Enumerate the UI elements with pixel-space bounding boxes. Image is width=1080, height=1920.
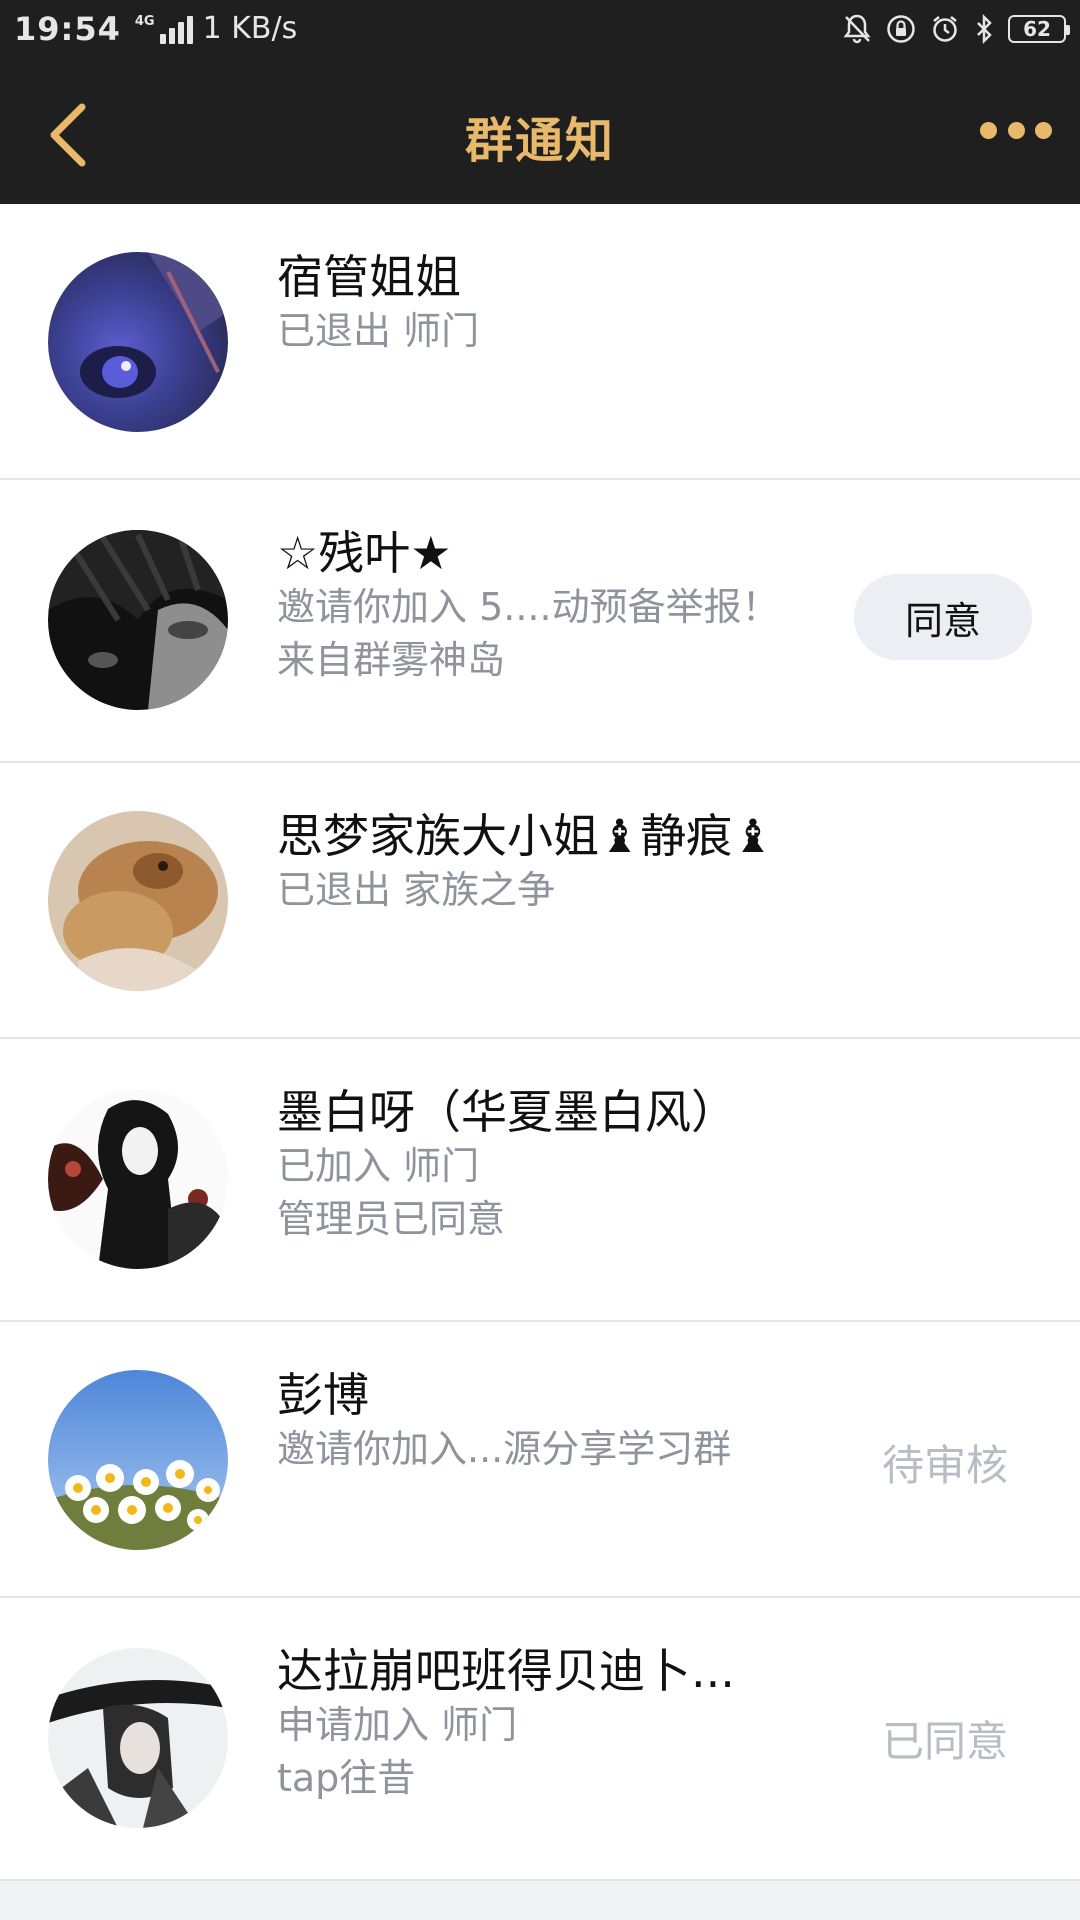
sender-name: 彭博 bbox=[277, 1368, 369, 1422]
pending-status: 待审核 bbox=[881, 1441, 1008, 1490]
notification-source: 管理员已同意 bbox=[277, 1197, 506, 1242]
avatar bbox=[48, 1370, 228, 1550]
lock-rotation-icon bbox=[886, 14, 916, 44]
notification-list: 宿管姐姐 已退出 师门 ☆残叶★ 邀请你加入 5....动预备举报！ 来自群雾神… bbox=[0, 204, 1080, 1881]
avatar bbox=[48, 1089, 228, 1269]
alarm-icon bbox=[930, 14, 960, 44]
network-speed: 1 KB/s bbox=[202, 11, 298, 46]
agree-button[interactable]: 同意 bbox=[854, 574, 1032, 660]
notification-source: tap往昔 bbox=[277, 1756, 416, 1801]
mute-bell-icon bbox=[842, 13, 872, 45]
notification-row[interactable]: 思梦家族大小姐♝静痕♝ 已退出 家族之争 bbox=[0, 763, 1080, 1039]
notification-source: 来自群雾神岛 bbox=[277, 638, 506, 683]
signal-icon: 4G bbox=[135, 14, 193, 44]
avatar bbox=[48, 530, 228, 710]
avatar bbox=[48, 252, 228, 432]
page-title: 群通知 bbox=[464, 113, 615, 169]
avatar bbox=[48, 1648, 228, 1828]
notification-detail: 邀请你加入 5....动预备举报！ bbox=[277, 585, 780, 630]
status-left: 19:54 4G 1 KB/s bbox=[14, 10, 297, 48]
notification-detail: 邀请你加入...源分享学习群 bbox=[277, 1427, 732, 1472]
notification-row[interactable]: 宿管姐姐 已退出 师门 bbox=[0, 204, 1080, 480]
notification-row[interactable]: 墨白呀（华夏墨白风） 已加入 师门 管理员已同意 bbox=[0, 1039, 1080, 1322]
sender-name: 思梦家族大小姐♝静痕♝ bbox=[277, 809, 774, 863]
status-right: 62 bbox=[842, 13, 1070, 45]
notification-row[interactable]: 达拉崩吧班得贝迪卜... 申请加入 师门 tap往昔 已同意 bbox=[0, 1598, 1080, 1881]
notification-detail: 已退出 师门 bbox=[277, 309, 480, 354]
sender-name: 达拉崩吧班得贝迪卜... bbox=[277, 1644, 735, 1698]
notification-row[interactable]: 彭博 邀请你加入...源分享学习群 待审核 bbox=[0, 1322, 1080, 1598]
notification-detail: 已退出 家族之争 bbox=[277, 868, 556, 913]
notification-detail: 申请加入 师门 bbox=[277, 1703, 518, 1748]
status-time: 19:54 bbox=[14, 9, 121, 48]
agreed-status: 已同意 bbox=[881, 1717, 1008, 1766]
more-dots-icon bbox=[980, 121, 997, 139]
battery-icon: 62 bbox=[1008, 14, 1070, 43]
status-bar: 19:54 4G 1 KB/s 62 bbox=[0, 0, 1080, 57]
bluetooth-icon bbox=[974, 13, 994, 44]
sender-name: 墨白呀（华夏墨白风） bbox=[277, 1085, 737, 1139]
battery-level: 62 bbox=[1023, 16, 1051, 41]
notification-detail: 已加入 师门 bbox=[277, 1144, 480, 1189]
avatar bbox=[48, 811, 228, 991]
sender-name: ☆残叶★ bbox=[277, 526, 452, 580]
sender-name: 宿管姐姐 bbox=[277, 250, 461, 304]
more-button[interactable] bbox=[980, 115, 1052, 145]
notification-row[interactable]: ☆残叶★ 邀请你加入 5....动预备举报！ 来自群雾神岛 同意 bbox=[0, 480, 1080, 763]
network-type: 4G bbox=[134, 13, 155, 29]
nav-bar: 群通知 bbox=[0, 57, 1080, 204]
